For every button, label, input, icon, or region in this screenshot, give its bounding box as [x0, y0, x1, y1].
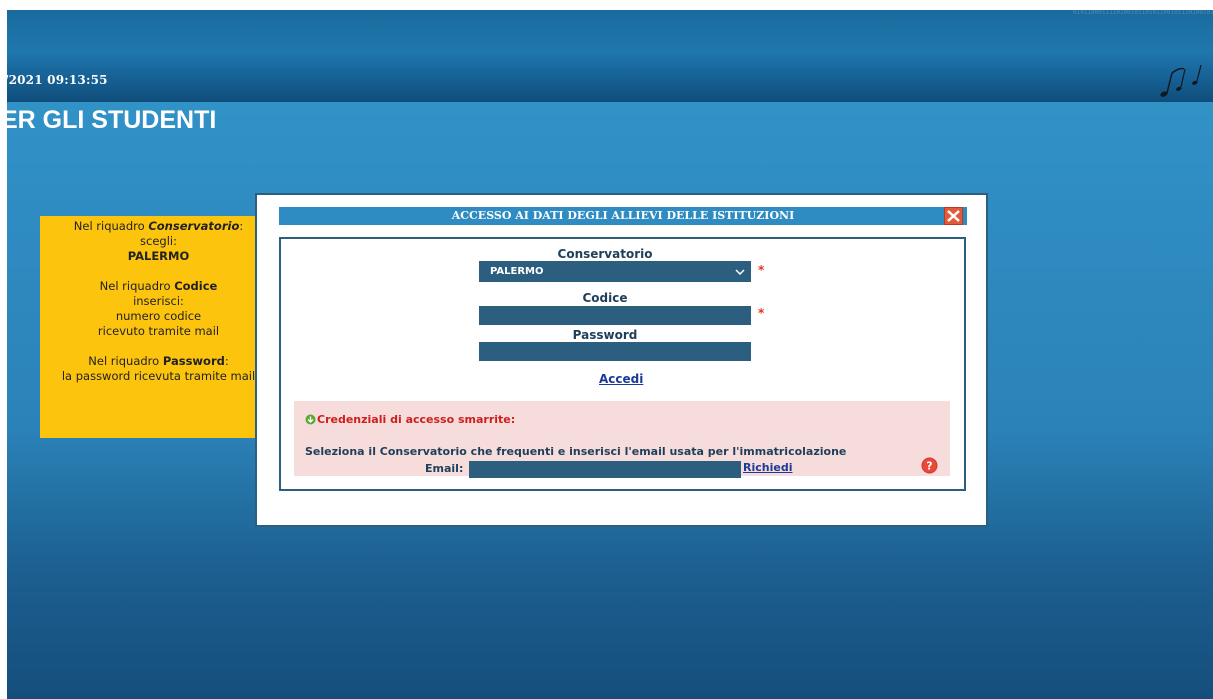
help-note-line: scegli:: [140, 234, 177, 248]
help-note-text: :: [239, 219, 244, 233]
help-note-line: Nel riquadro Password:: [40, 354, 277, 369]
help-note-text: Nel riquadro: [99, 279, 175, 293]
close-button[interactable]: [944, 207, 963, 225]
login-link[interactable]: Accedi: [599, 372, 643, 386]
help-note-line: inserisci:: [133, 294, 184, 308]
close-icon: [947, 210, 960, 222]
codice-label: Codice: [582, 291, 628, 305]
email-label: Email:: [425, 462, 464, 475]
conservatorio-label: Conservatorio: [557, 247, 653, 261]
help-note-line: ricevuto tramite mail: [97, 324, 220, 338]
header-bar: /2021 09:13:55 0101100011110100101101011…: [7, 10, 1213, 102]
help-note-emphasis: Conservatorio: [148, 219, 240, 233]
codice-input[interactable]: [479, 306, 751, 325]
help-note: Nel riquadro Conservatorio: scegli: PALE…: [40, 216, 277, 438]
music-notes-icon: [1160, 65, 1202, 97]
recovery-title: Credenziali di accesso smarrite:: [317, 413, 516, 426]
help-note-emphasis: Codice: [174, 279, 218, 293]
password-label: Password: [572, 328, 638, 342]
dialog-title: ACCESSO AI DATI DEGLI ALLIEVI DELLE ISTI…: [279, 207, 967, 225]
help-note-line: PALERMO: [40, 249, 277, 264]
conservatorio-selected-value: PALERMO: [490, 266, 544, 277]
login-dialog: ACCESSO AI DATI DEGLI ALLIEVI DELLE ISTI…: [255, 193, 988, 527]
required-marker: *: [758, 263, 765, 277]
help-note-text: :: [224, 354, 229, 368]
help-note-emphasis: PALERMO: [127, 249, 190, 263]
help-note-line: Nel riquadro Conservatorio:: [40, 219, 277, 234]
conservatorio-select[interactable]: PALERMO: [479, 261, 751, 282]
arrow-down-circle-icon: [305, 414, 316, 425]
request-link[interactable]: Richiedi: [743, 461, 792, 474]
help-note-text: Nel riquadro: [88, 354, 163, 368]
page-title: ER GLI STUDENTI: [7, 106, 217, 134]
recovery-instructions: Seleziona il Conservatorio che frequenti…: [305, 445, 847, 458]
header-datetime: /2021 09:13:55: [7, 73, 108, 87]
help-note-line: Nel riquadro Codice: [40, 279, 277, 294]
help-note-emphasis: Password: [162, 354, 225, 368]
svg-text:?: ?: [926, 460, 932, 473]
login-form: Conservatorio PALERMO * Codice * Passwor…: [279, 237, 966, 491]
chevron-down-icon: [735, 269, 745, 276]
help-note-line: numero codice: [115, 309, 202, 323]
help-note-text: Nel riquadro: [73, 219, 149, 233]
recovery-section: Credenziali di accesso smarrite: Selezio…: [294, 401, 950, 478]
page-background: /2021 09:13:55 0101100011110100101101011…: [7, 10, 1213, 699]
password-input[interactable]: [479, 342, 751, 361]
email-input[interactable]: [469, 461, 741, 478]
required-marker: *: [758, 306, 765, 320]
question-mark-icon[interactable]: ?: [921, 457, 938, 474]
help-note-line: la password ricevuta tramite mail: [61, 369, 256, 383]
